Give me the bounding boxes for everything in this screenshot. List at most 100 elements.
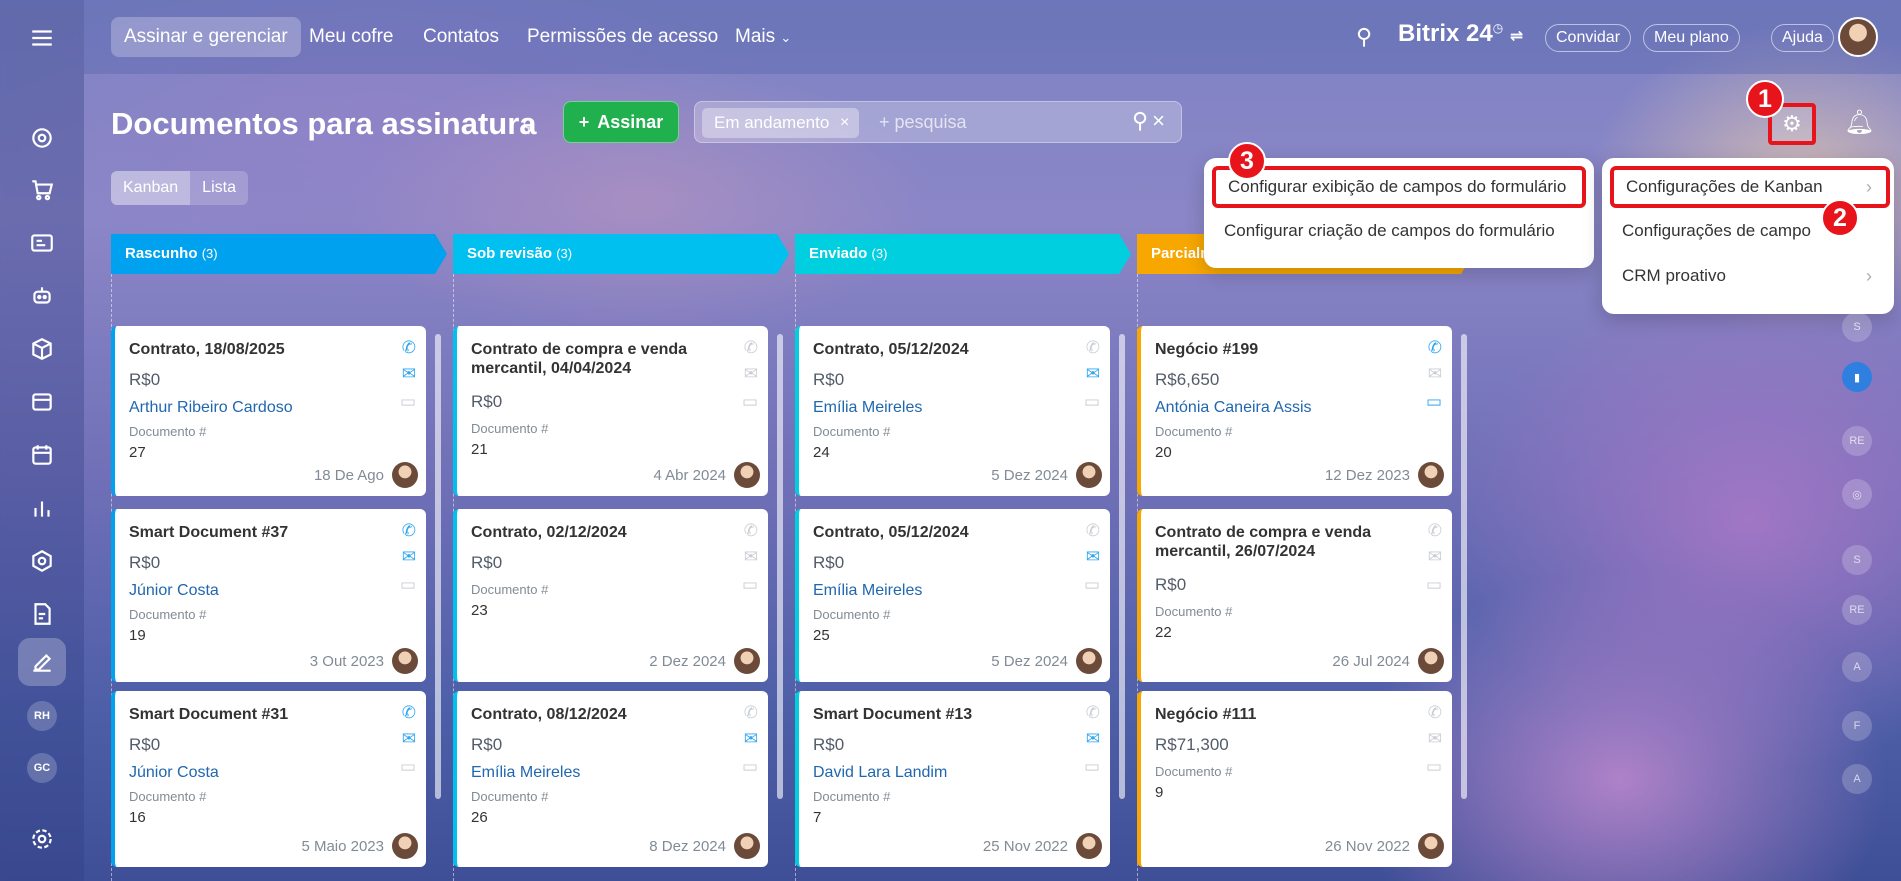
mail-icon[interactable]: ✉ — [402, 729, 416, 749]
mail-icon[interactable]: ✉ — [1086, 729, 1100, 749]
mail-icon[interactable]: ✉ — [1428, 364, 1442, 384]
phone-icon[interactable]: ✆ — [1428, 338, 1442, 358]
menu-icon[interactable] — [18, 14, 66, 62]
responsible-avatar[interactable] — [1076, 833, 1102, 859]
deal-card[interactable]: Smart Document #13 R$0 David Lara Landim Do… — [795, 691, 1110, 867]
sliders-icon[interactable]: ⇌ — [1510, 28, 1523, 45]
chat-icon[interactable]: ▭ — [1426, 575, 1442, 595]
invite-button[interactable]: Convidar — [1545, 24, 1632, 52]
deal-card[interactable]: Smart Document #31 R$0 Júnior Costa Documen… — [111, 691, 426, 867]
calendar-icon[interactable] — [18, 431, 66, 479]
nav-sign-manage[interactable]: Assinar e gerenciar — [111, 17, 301, 57]
phone-icon[interactable]: ✆ — [744, 703, 758, 723]
settings-icon[interactable] — [18, 815, 66, 863]
remove-filter-icon[interactable]: × — [840, 108, 849, 138]
chat-icon[interactable]: ▭ — [1426, 392, 1442, 412]
box-icon[interactable] — [18, 325, 66, 373]
nav-my-vault[interactable]: Meu cofre — [296, 17, 406, 57]
chat-icon[interactable]: ▭ — [1084, 392, 1100, 412]
deal-card[interactable]: Smart Document #37 R$0 Júnior Costa Documen… — [111, 509, 426, 682]
responsible-avatar[interactable] — [1418, 648, 1444, 674]
nav-access-permissions[interactable]: Permissões de acesso — [514, 17, 731, 57]
chat-icon[interactable]: ▭ — [1426, 757, 1442, 777]
search-icon[interactable]: ⚲ — [1132, 108, 1152, 133]
mail-icon[interactable]: ✉ — [744, 364, 758, 384]
chat-icon[interactable]: ▭ — [1084, 757, 1100, 777]
mail-icon[interactable]: ✉ — [744, 729, 758, 749]
card-title[interactable]: Contrato, 05/12/2024 — [813, 340, 1063, 359]
phone-icon[interactable]: ✆ — [744, 338, 758, 358]
right-rail-avatar[interactable]: RE — [1842, 426, 1872, 456]
right-rail-avatar[interactable]: F — [1842, 711, 1872, 741]
responsible-avatar[interactable] — [1418, 833, 1444, 859]
view-kanban[interactable]: Kanban — [111, 171, 191, 205]
contact-card-icon[interactable] — [18, 219, 66, 267]
user-avatar-rh[interactable]: RH — [27, 701, 57, 731]
card-title[interactable]: Contrato, 05/12/2024 — [813, 523, 1063, 542]
signature-icon[interactable] — [18, 638, 66, 686]
responsible-avatar[interactable] — [1076, 462, 1102, 488]
responsible-avatar[interactable] — [734, 462, 760, 488]
column-scrollbar[interactable] — [435, 334, 441, 799]
filter-search-box[interactable]: Em andamento × + pesquisa ⚲ × — [694, 101, 1182, 143]
chat-icon[interactable]: ▭ — [400, 757, 416, 777]
sign-button[interactable]: + Assinar — [563, 101, 679, 143]
user-avatar-gc[interactable]: GC — [27, 753, 57, 783]
right-rail-avatar[interactable]: A — [1842, 764, 1872, 794]
help-button[interactable]: Ajuda — [1771, 24, 1834, 52]
chat-icon[interactable]: ▭ — [1084, 575, 1100, 595]
target-icon[interactable] — [18, 114, 66, 162]
responsible-avatar[interactable] — [392, 648, 418, 674]
search-input[interactable]: + pesquisa — [879, 112, 967, 133]
phone-icon[interactable]: ✆ — [402, 338, 416, 358]
responsible-avatar[interactable] — [734, 648, 760, 674]
card-contact-link[interactable]: Emília Meireles — [813, 399, 922, 417]
phone-icon[interactable]: ✆ — [1086, 521, 1100, 541]
chat-icon[interactable]: ▭ — [742, 757, 758, 777]
mail-icon[interactable]: ✉ — [744, 547, 758, 567]
filter-chip[interactable]: Em andamento × — [702, 108, 860, 138]
bell-icon[interactable]: 🔔︎ — [1844, 108, 1874, 137]
chart-icon[interactable] — [18, 484, 66, 532]
nav-contacts[interactable]: Contatos — [410, 17, 512, 57]
responsible-avatar[interactable] — [734, 833, 760, 859]
deal-card[interactable]: Negócio #199 R$6,650 Antónia Caneira Assis… — [1137, 326, 1452, 496]
menu-field-settings[interactable]: Configurações de campo — [1610, 210, 1811, 252]
my-plan-button[interactable]: Meu plano — [1643, 24, 1740, 52]
phone-icon[interactable]: ✆ — [1086, 703, 1100, 723]
hexagon-icon[interactable] — [18, 537, 66, 585]
search-icon[interactable]: ⚲ — [1356, 24, 1372, 50]
responsible-avatar[interactable] — [392, 462, 418, 488]
deal-card[interactable]: Contrato, 05/12/2024 R$0 Emília Meireles Do… — [795, 509, 1110, 682]
user-avatar[interactable] — [1838, 17, 1878, 57]
menu-configure-field-display[interactable]: Configurar exibição de campos do formulá… — [1212, 166, 1586, 208]
column-header[interactable]: Rascunho (3) — [111, 234, 447, 274]
robot-icon[interactable] — [18, 272, 66, 320]
card-title[interactable]: Contrato de compra e venda mercantil, 04… — [471, 340, 721, 378]
column-scrollbar[interactable] — [1461, 334, 1467, 799]
bookmark-icon[interactable]: ▮ — [1842, 362, 1872, 392]
column-header[interactable]: Enviado (3) — [795, 234, 1131, 274]
column-header[interactable]: Sob revisão (3) — [453, 234, 789, 274]
card-contact-link[interactable]: Arthur Ribeiro Cardoso — [129, 399, 293, 417]
menu-configure-field-creation[interactable]: Configurar criação de campos do formulár… — [1212, 210, 1555, 252]
phone-icon[interactable]: ✆ — [402, 703, 416, 723]
card-title[interactable]: Contrato, 02/12/2024 — [471, 523, 721, 542]
card-title[interactable]: Contrato, 18/08/2025 — [129, 340, 379, 359]
mail-icon[interactable]: ✉ — [1086, 364, 1100, 384]
view-list[interactable]: Lista — [190, 171, 248, 205]
phone-icon[interactable]: ✆ — [1086, 338, 1100, 358]
mail-icon[interactable]: ✉ — [402, 547, 416, 567]
mail-icon[interactable]: ✉ — [402, 364, 416, 384]
right-rail-avatar[interactable]: S — [1842, 312, 1872, 342]
cart-icon[interactable] — [18, 166, 66, 214]
nav-more[interactable]: Mais ⌄ — [722, 17, 804, 57]
responsible-avatar[interactable] — [1418, 462, 1444, 488]
card-title[interactable]: Smart Document #13 — [813, 705, 1063, 724]
card-title[interactable]: Contrato de compra e venda mercantil, 26… — [1155, 523, 1405, 561]
deal-card[interactable]: Contrato de compra e venda mercantil, 04… — [453, 326, 768, 496]
phone-icon[interactable]: ✆ — [744, 521, 758, 541]
card-contact-link[interactable]: Júnior Costa — [129, 764, 219, 782]
deal-card[interactable]: Contrato de compra e venda mercantil, 26… — [1137, 509, 1452, 682]
column-scrollbar[interactable] — [777, 334, 783, 799]
